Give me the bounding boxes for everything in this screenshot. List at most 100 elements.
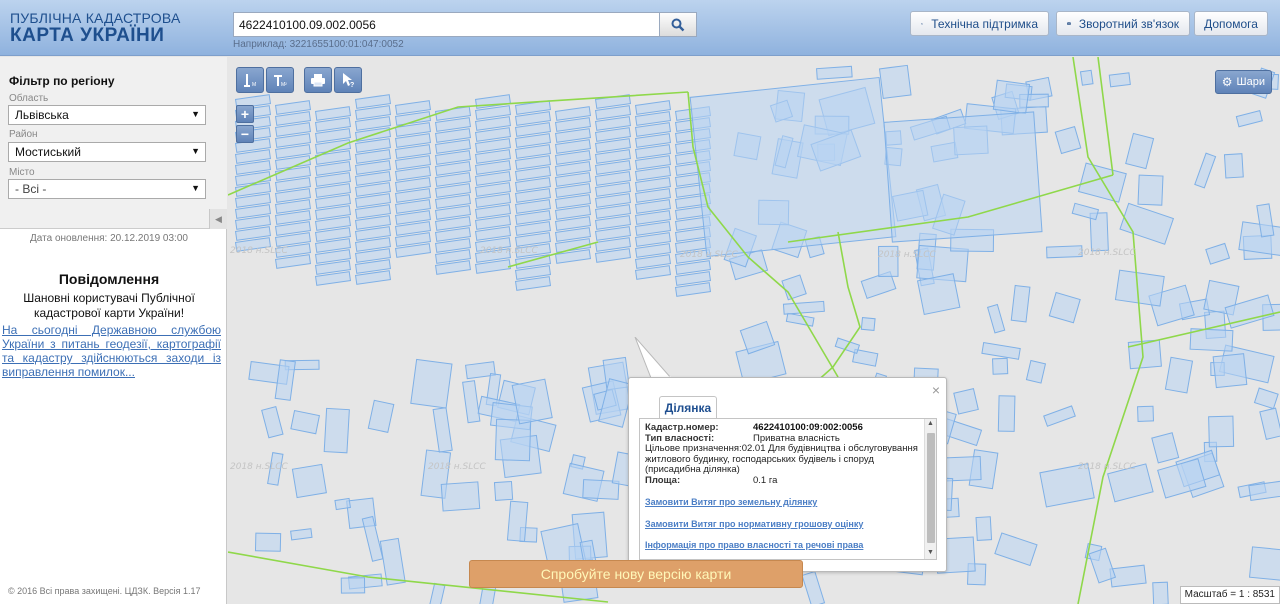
land-parcel[interactable] — [367, 399, 395, 433]
logo-line-2: КАРТА УКРАЇНИ — [10, 25, 165, 46]
land-parcel[interactable] — [1151, 432, 1180, 464]
land-parcel[interactable] — [290, 409, 320, 435]
land-parcel[interactable] — [291, 463, 327, 499]
gear-icon: ⚙ — [1221, 75, 1233, 89]
land-parcel[interactable] — [981, 342, 1021, 360]
land-parcel[interactable] — [1253, 387, 1279, 410]
land-parcel[interactable] — [290, 528, 313, 541]
map-canvas[interactable]: 2018 н.SLCC 2018 н.SLCC 2018 н.SLCC 2018… — [228, 57, 1280, 604]
zoom-controls: + − — [236, 105, 254, 145]
land-parcel[interactable] — [440, 481, 481, 512]
order-valuation-extract-link[interactable]: Замовити Витяг про нормативну грошову оц… — [645, 519, 925, 530]
land-parcel[interactable] — [340, 577, 366, 594]
land-parcel[interactable] — [1248, 546, 1280, 583]
site-logo[interactable]: ПУБЛІЧНА КАДАСТРОВА КАРТА УКРАЇНИ — [10, 10, 181, 47]
misto-select[interactable]: - Всі - ▼ — [8, 179, 206, 199]
land-parcel[interactable] — [1079, 69, 1094, 86]
land-parcel[interactable] — [1071, 202, 1100, 221]
land-parcel[interactable] — [1127, 339, 1162, 370]
scroll-thumb[interactable] — [927, 433, 935, 543]
land-parcel[interactable] — [410, 358, 453, 409]
land-parcel[interactable] — [781, 274, 807, 301]
tab-parcel[interactable]: Ділянка — [659, 396, 717, 419]
land-parcel[interactable] — [1054, 125, 1082, 155]
try-new-version-button[interactable]: Спробуйте нову версію карти — [469, 560, 803, 588]
land-parcel[interactable] — [994, 532, 1038, 567]
popup-scrollbar[interactable]: ▲ ▼ — [924, 419, 936, 559]
land-parcel[interactable] — [1125, 132, 1155, 170]
layers-button[interactable]: ⚙ Шари — [1214, 70, 1272, 94]
land-parcel[interactable] — [334, 497, 351, 511]
land-parcel[interactable] — [1194, 152, 1217, 189]
land-parcel[interactable] — [689, 76, 897, 258]
land-parcel[interactable] — [1137, 405, 1155, 422]
land-parcel[interactable] — [261, 406, 284, 439]
svg-text:?: ? — [350, 82, 354, 88]
land-parcel[interactable] — [1152, 581, 1169, 604]
close-icon[interactable]: × — [932, 382, 940, 398]
land-parcel[interactable] — [1048, 291, 1081, 324]
scroll-up-icon[interactable]: ▲ — [927, 420, 934, 427]
land-parcel[interactable] — [1025, 359, 1047, 384]
land-parcel[interactable] — [1259, 407, 1280, 440]
land-parcel[interactable] — [997, 395, 1016, 432]
land-parcel[interactable] — [782, 300, 825, 315]
land-parcel[interactable] — [1208, 415, 1235, 448]
land-parcel[interactable] — [493, 480, 514, 501]
land-parcel[interactable] — [1137, 174, 1164, 206]
cadastral-search-input[interactable] — [233, 12, 660, 37]
measure-distance-button[interactable]: M — [236, 67, 264, 93]
collapse-sidebar-button[interactable]: ◀ — [209, 209, 227, 229]
land-parcel[interactable] — [1235, 110, 1263, 128]
land-parcel[interactable] — [1212, 353, 1248, 389]
raion-select[interactable]: Мостиський ▼ — [8, 142, 206, 162]
land-parcel[interactable] — [506, 500, 529, 542]
land-parcel[interactable] — [916, 273, 961, 316]
land-parcel[interactable] — [494, 418, 532, 462]
tech-support-button[interactable]: Технічна підтримка — [910, 11, 1049, 36]
land-parcel[interactable] — [975, 516, 993, 541]
land-parcel[interactable] — [1108, 72, 1131, 88]
land-parcel[interactable] — [1238, 221, 1280, 257]
land-parcel[interactable] — [1010, 284, 1031, 323]
measure-area-button[interactable]: M² — [266, 67, 294, 93]
print-button[interactable] — [304, 67, 332, 93]
land-parcel[interactable] — [1164, 356, 1194, 394]
search-button[interactable] — [659, 12, 697, 37]
oblast-select[interactable]: Львівська ▼ — [8, 105, 206, 125]
land-parcel[interactable] — [432, 407, 453, 453]
identify-button[interactable]: ? — [334, 67, 362, 93]
land-parcel[interactable] — [361, 515, 384, 562]
order-land-extract-link[interactable]: Замовити Витяг про земельну ділянку — [645, 497, 925, 508]
land-parcel[interactable] — [1043, 405, 1076, 427]
land-parcel[interactable] — [801, 570, 826, 604]
land-parcel[interactable] — [1114, 269, 1165, 307]
land-parcel[interactable] — [986, 303, 1006, 334]
scroll-down-icon[interactable]: ▼ — [927, 549, 934, 556]
feedback-button[interactable]: Зворотний зв'язок — [1056, 11, 1190, 36]
zoom-out-button[interactable]: − — [236, 125, 254, 143]
land-parcel[interactable] — [992, 79, 1031, 115]
land-parcel[interactable] — [1046, 245, 1083, 259]
land-parcel[interactable] — [816, 65, 853, 80]
svg-text:M: M — [252, 82, 256, 88]
land-parcel[interactable] — [878, 64, 912, 99]
land-parcel[interactable] — [785, 312, 815, 327]
land-parcel[interactable] — [1088, 547, 1117, 584]
land-parcel[interactable] — [511, 378, 553, 425]
land-parcel[interactable] — [428, 582, 446, 604]
land-parcel[interactable] — [992, 357, 1009, 375]
ownership-rights-link[interactable]: Інформація про право власності та речові… — [645, 540, 925, 551]
land-parcel[interactable] — [860, 317, 876, 332]
land-parcel[interactable] — [323, 407, 350, 454]
land-parcel[interactable] — [254, 532, 282, 552]
help-button[interactable]: Допомога — [1194, 11, 1268, 36]
land-parcel[interactable] — [1205, 242, 1231, 265]
land-parcel[interactable] — [953, 388, 979, 415]
notice-link[interactable]: На сьогодні Державною службою України з … — [2, 323, 221, 379]
field-key: Кадастр.номер: — [645, 422, 719, 433]
land-parcel[interactable] — [883, 111, 1043, 243]
land-parcel[interactable] — [1223, 153, 1244, 179]
zoom-in-button[interactable]: + — [236, 105, 254, 123]
land-parcel[interactable] — [462, 380, 481, 424]
